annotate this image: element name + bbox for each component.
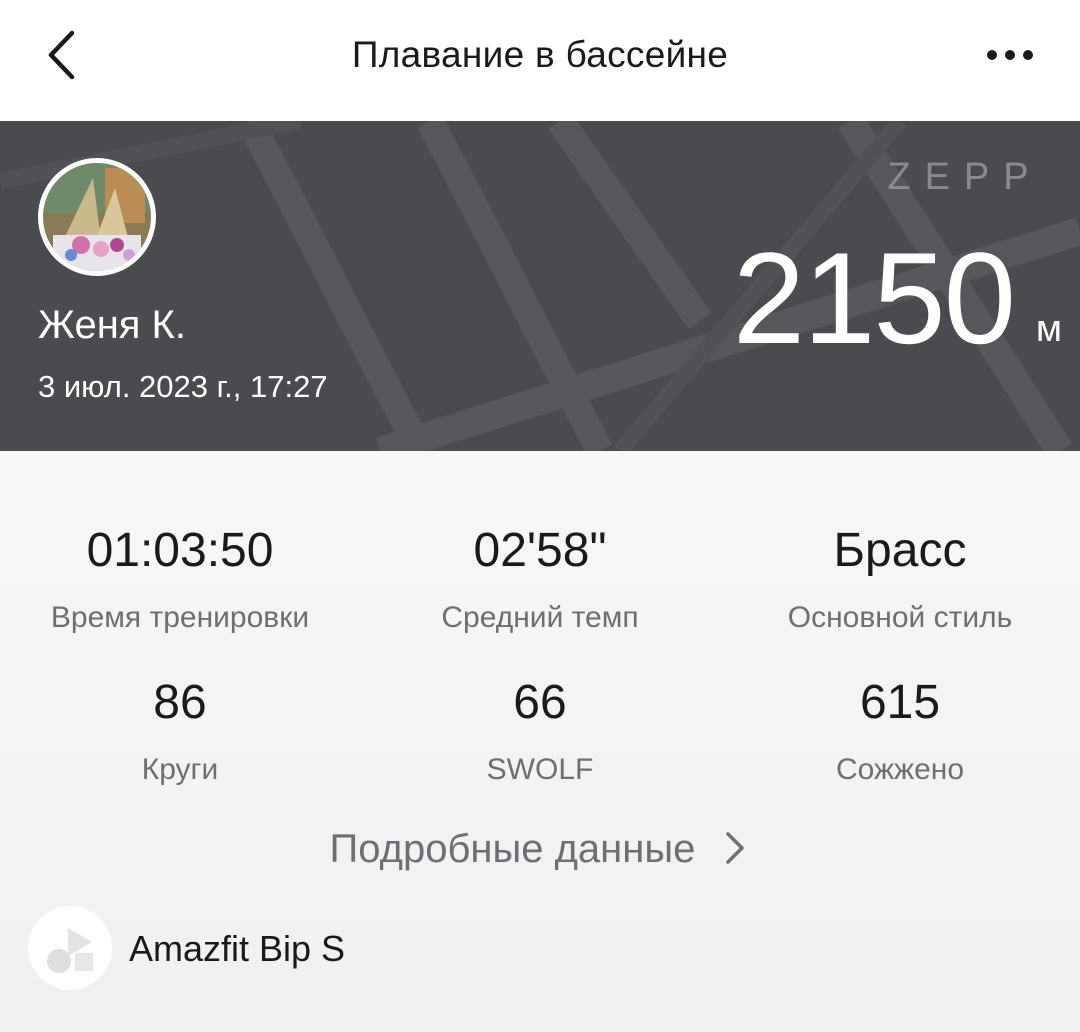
chevron-right-icon bbox=[726, 832, 745, 865]
device-icon-wrapper bbox=[28, 906, 112, 990]
stat-label: Основной стиль bbox=[787, 601, 1013, 634]
page-title: Плавание в бассейне bbox=[351, 34, 729, 75]
stat-label: Круги bbox=[141, 753, 219, 786]
stat-main-style: Брасс Основной стиль bbox=[720, 527, 1080, 633]
stat-swolf: 66 SWOLF bbox=[360, 679, 720, 785]
stat-duration: 01:03:50 Время тренировки bbox=[0, 527, 360, 633]
device-row[interactable]: Amazfit Bip S bbox=[28, 906, 628, 990]
stat-calories: 615 Сожжено bbox=[720, 679, 1080, 785]
stat-value: 615 bbox=[859, 676, 941, 729]
stat-value: 01:03:50 bbox=[86, 524, 274, 577]
stat-laps: 86 Круги bbox=[0, 679, 360, 785]
chevron-left-icon bbox=[48, 30, 75, 80]
more-options-button[interactable] bbox=[975, 30, 1045, 80]
top-bar: Плавание в бассейне bbox=[0, 0, 1080, 121]
device-name: Amazfit Bip S bbox=[129, 928, 346, 969]
zepp-logo: ZEPP bbox=[887, 156, 1042, 198]
stat-value: 86 bbox=[153, 676, 207, 729]
stat-label: Сожжено bbox=[835, 753, 965, 786]
distance-unit: м bbox=[1035, 308, 1062, 350]
stat-label: Средний темп bbox=[441, 601, 639, 634]
stat-label: SWOLF bbox=[486, 753, 594, 786]
workout-stats: 01:03:50 Время тренировки 02'58" Средний… bbox=[0, 451, 1080, 1032]
workout-datetime: 3 июл. 2023 г., 17:27 bbox=[38, 369, 328, 404]
svg-text:ZEPP: ZEPP bbox=[887, 156, 1042, 198]
avatar-image bbox=[43, 163, 151, 271]
user-name: Женя К. bbox=[38, 303, 186, 347]
back-button[interactable] bbox=[30, 20, 100, 90]
stat-label: Время тренировки bbox=[50, 601, 310, 634]
stat-value: Брасс bbox=[833, 524, 967, 577]
detailed-data-link[interactable]: Подробные данные bbox=[0, 827, 1080, 872]
avatar[interactable] bbox=[38, 158, 156, 276]
stat-value: 02'58" bbox=[473, 524, 607, 577]
detailed-data-label: Подробные данные bbox=[329, 827, 696, 871]
more-dots-icon bbox=[987, 50, 1033, 60]
device-shapes-icon bbox=[47, 928, 93, 973]
stat-value: 66 bbox=[513, 676, 567, 729]
workout-banner: Женя К. 3 июл. 2023 г., 17:27 ZEPP 2150 … bbox=[0, 121, 1080, 451]
distance-value: 2150 bbox=[732, 225, 1016, 371]
stat-avg-pace: 02'58" Средний темп bbox=[360, 527, 720, 633]
